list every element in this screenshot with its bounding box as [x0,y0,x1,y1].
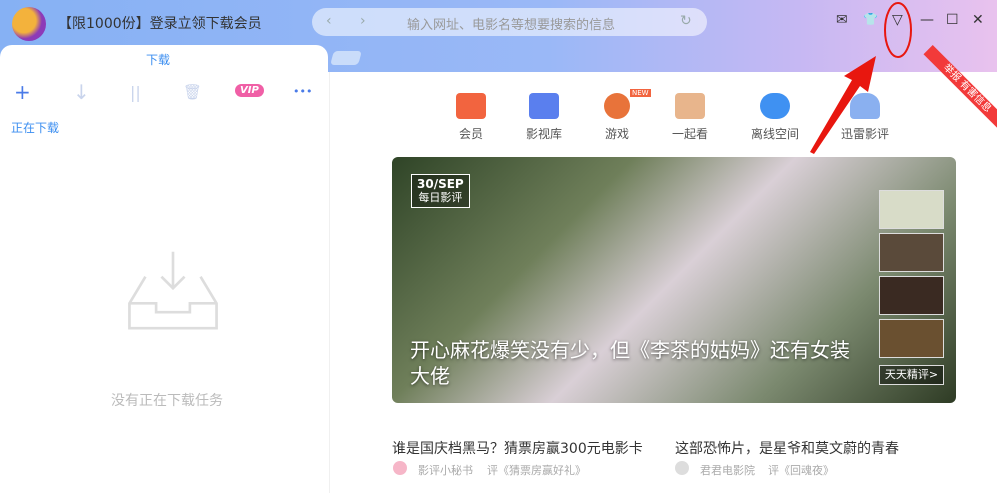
annotation-arrow-icon [810,2,912,154]
